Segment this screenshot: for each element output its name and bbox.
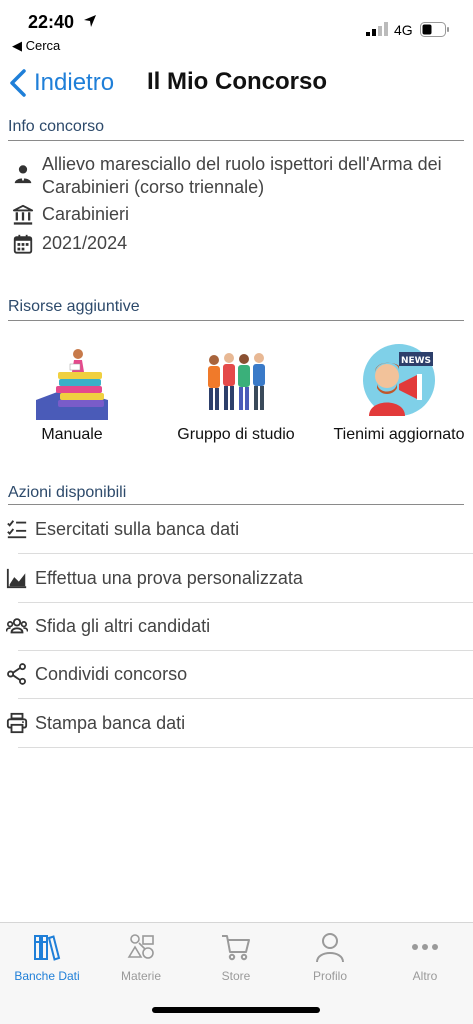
divider [18,698,473,699]
chevron-left-icon [10,69,26,97]
back-button-label[interactable]: Indietro [34,69,114,97]
books-illustration [36,349,108,420]
chart-icon [6,568,27,589]
battery-icon [420,22,449,37]
action-stampa[interactable]: Stampa banca dati [0,700,473,748]
tab-banche-dati[interactable]: Banche Dati [0,931,94,983]
navigation-bar: Indietro Il Mio Concorso [0,62,473,104]
print-icon [6,712,28,734]
home-indicator[interactable] [152,1007,320,1013]
section-header-info: Info concorso [8,118,464,141]
tab-profilo-label: Profilo [312,969,347,983]
study-group-illustration [208,353,265,410]
profile-icon [316,933,344,963]
action-prova-personalizzata[interactable]: Effettua una prova personalizzata [0,555,473,603]
resource-manuale-label: Manuale [41,426,103,443]
action-sfida[interactable]: Sfida gli altri candidati [0,603,473,651]
action-prova-label: Effettua una prova personalizzata [35,568,303,588]
tab-banche-dati-label: Banche Dati [14,969,80,983]
person-icon [14,165,32,184]
signal-icon [366,22,388,36]
status-bar: 22:40 ◀ Cerca 4G [0,0,473,58]
action-esercitati-label: Esercitati sulla banca dati [35,519,240,539]
group-icon [6,618,28,634]
info-title-text: Allievo maresciallo del ruolo ispettori … [42,154,442,197]
building-icon [12,204,34,225]
location-arrow-icon [84,15,96,27]
tab-profilo[interactable]: Profilo [283,931,377,983]
divider [18,553,473,554]
resource-tienimi-aggiornato-label: Tienimi aggiornato [333,426,465,443]
status-time: 22:40 [28,12,75,32]
resource-tienimi-aggiornato[interactable]: NEWS Tienimi aggiornato [330,340,468,444]
info-corps-text: Carabinieri [42,204,130,224]
info-years-text: 2021/2024 [42,233,128,253]
section-header-resources: Risorse aggiuntive [8,298,464,321]
resource-gruppo-studio-label: Gruppo di studio [177,426,295,443]
news-megaphone-illustration: NEWS [363,344,435,416]
tab-store-label: Store [221,969,251,983]
action-condividi-label: Condividi concorso [35,664,188,684]
action-esercitati[interactable]: Esercitati sulla banca dati [0,506,473,554]
subjects-tab-icon [127,934,154,959]
books-tab-icon [34,935,61,961]
tab-materie-label: Materie [120,969,161,983]
tab-materie[interactable]: Materie [94,931,188,983]
page-title: Il Mio Concorso [147,68,327,95]
resource-gruppo-studio[interactable]: Gruppo di studio [172,340,300,444]
section-header-actions: Azioni disponibili [8,484,464,505]
action-stampa-label: Stampa banca dati [35,713,186,733]
share-icon [7,663,26,685]
cart-icon [222,935,250,961]
tab-altro-label: Altro [412,969,438,983]
svg-text:NEWS: NEWS [401,356,431,366]
back-button[interactable]: Indietro [8,66,114,100]
tab-store[interactable]: Store [189,931,283,983]
checklist-icon [7,520,27,539]
tab-altro[interactable]: Altro [378,931,472,983]
more-icon [412,944,438,950]
action-sfida-label: Sfida gli altri candidati [35,616,211,636]
divider [18,747,473,748]
back-to-app-link[interactable]: ◀ Cerca [12,38,60,54]
info-row-corps: Carabinieri [12,203,462,226]
calendar-icon [13,234,33,254]
network-type: 4G [394,22,413,38]
info-row-years: 2021/2024 [12,232,462,255]
action-condividi[interactable]: Condividi concorso [0,651,473,699]
info-row-title: Allievo maresciallo del ruolo ispettori … [12,153,462,199]
resource-manuale[interactable]: Manuale [32,340,112,444]
